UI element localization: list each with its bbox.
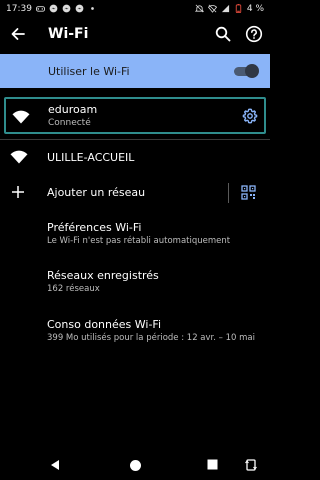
messenger-icon (49, 4, 58, 13)
search-icon[interactable] (214, 25, 232, 43)
pref-subtitle: 162 réseaux (47, 284, 100, 294)
wifi-off-icon (207, 4, 217, 13)
nav-back-icon[interactable] (49, 459, 61, 471)
gear-icon[interactable] (242, 108, 258, 124)
messenger-icon (75, 4, 84, 13)
use-wifi-switch[interactable] (234, 64, 259, 78)
wifi-settings-screen: 17:39 4 % Wi-Fi Utiliser le Wi-Fi eduroa… (0, 0, 270, 480)
signal-icon (221, 4, 229, 13)
divider (228, 183, 229, 203)
connected-network-item[interactable]: eduroam Connecté (4, 97, 266, 134)
mute-icon (194, 4, 204, 13)
switch-thumb (245, 64, 259, 78)
wifi-data-usage-item[interactable]: Conso données Wi-Fi 399 Mo utilisés pour… (0, 318, 270, 352)
network-name: eduroam (48, 103, 98, 116)
network-name: ULILLE-ACCUEIL (47, 151, 135, 164)
pref-title: Réseaux enregistrés (47, 269, 159, 282)
add-network-item[interactable]: Ajouter un réseau (0, 181, 270, 205)
help-icon[interactable] (245, 25, 263, 43)
add-network-label: Ajouter un réseau (47, 186, 146, 199)
navigation-bar (0, 451, 270, 480)
use-wifi-label: Utiliser le Wi-Fi (48, 64, 130, 78)
wifi-icon (12, 110, 30, 124)
app-bar: Wi-Fi (0, 17, 270, 51)
saved-networks-item[interactable]: Réseaux enregistrés 162 réseaux (0, 269, 270, 303)
status-bar: 17:39 4 % (0, 0, 270, 17)
nav-home-icon[interactable] (129, 459, 142, 472)
status-time: 17:39 (6, 3, 32, 14)
status-left: 17:39 (6, 4, 97, 14)
network-list-item[interactable]: ULILLE-ACCUEIL (0, 146, 270, 168)
dot-icon (91, 7, 94, 10)
battery-percent: 4 % (246, 3, 264, 14)
rotate-icon[interactable] (245, 458, 257, 472)
status-right: 4 % (194, 3, 264, 14)
plus-icon (12, 186, 24, 198)
pref-title: Conso données Wi-Fi (47, 318, 162, 331)
messenger-icon (62, 4, 71, 13)
wifi-preferences-item[interactable]: Préférences Wi-Fi Le Wi-Fi n'est pas rét… (0, 221, 270, 255)
use-wifi-toggle-row[interactable]: Utiliser le Wi-Fi (0, 54, 270, 88)
arrow-back-icon[interactable] (9, 25, 27, 43)
network-status: Connecté (48, 118, 91, 128)
pref-subtitle: Le Wi-Fi n'est pas rétabli automatiqueme… (47, 236, 231, 246)
page-title: Wi-Fi (48, 26, 89, 42)
battery-low-icon (235, 4, 242, 13)
game-controller-icon (35, 6, 45, 12)
pref-title: Préférences Wi-Fi (47, 221, 142, 234)
divider (0, 139, 270, 140)
pref-subtitle: 399 Mo utilisés pour la période : 12 avr… (47, 333, 255, 343)
qr-code-scan-icon[interactable] (241, 185, 256, 200)
wifi-icon (10, 150, 28, 164)
nav-recents-icon[interactable] (207, 459, 218, 470)
